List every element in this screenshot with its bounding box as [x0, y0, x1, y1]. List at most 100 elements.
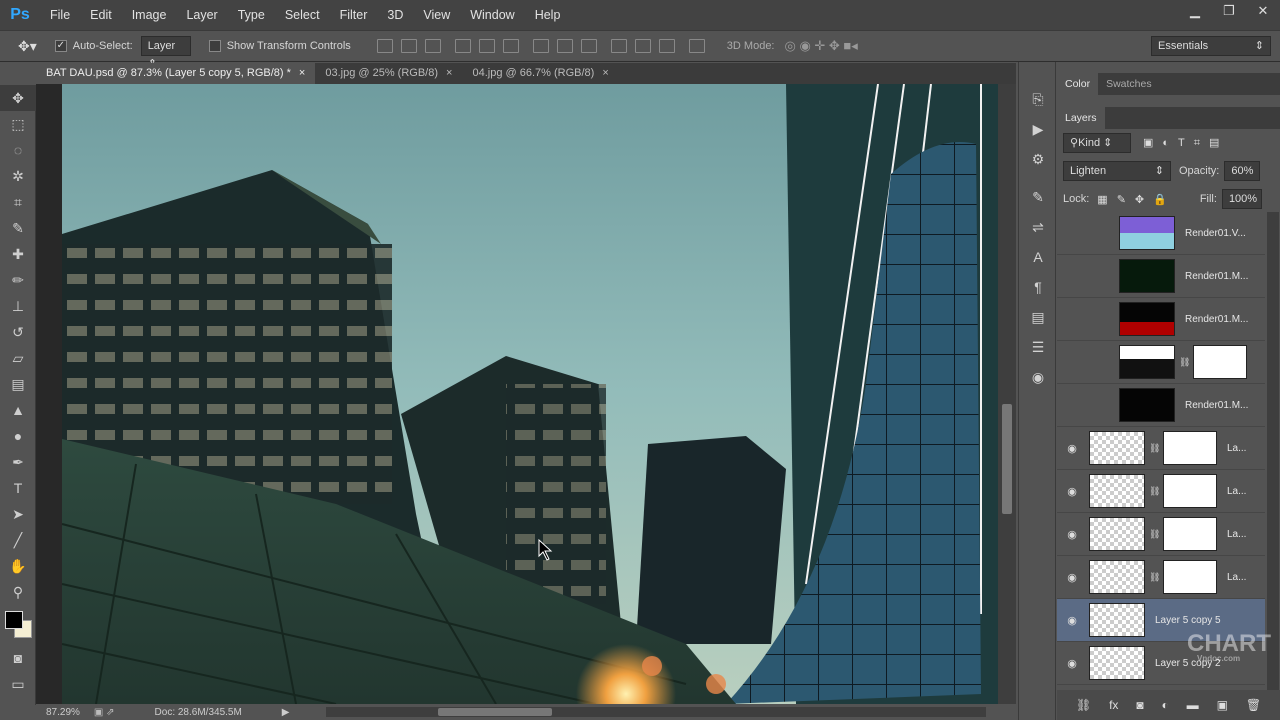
- workspace-dropdown[interactable]: Essentials ⇕: [1151, 36, 1271, 56]
- add-mask-icon[interactable]: ◙: [1136, 698, 1143, 712]
- character-panel-icon[interactable]: A: [1019, 242, 1057, 272]
- tab-bat-dau[interactable]: BAT DAU.psd @ 87.3% (Layer 5 copy 5, RGB…: [36, 63, 316, 84]
- menu-type[interactable]: Type: [228, 0, 275, 30]
- 3d-rotate-icon[interactable]: ◎ ◉ ✛ ✥ ■◂: [785, 38, 858, 54]
- menu-select[interactable]: Select: [275, 0, 330, 30]
- brush-presets-icon[interactable]: ⇌: [1019, 212, 1057, 242]
- opacity-input[interactable]: 60%: [1224, 161, 1261, 181]
- marquee-tool-icon[interactable]: ⬚: [0, 111, 36, 137]
- mask-link-icon[interactable]: ⛓: [1149, 443, 1160, 454]
- align-right-icon[interactable]: [502, 39, 519, 53]
- align-top-icon[interactable]: [376, 39, 393, 53]
- properties-panel-icon[interactable]: ⚙: [1019, 144, 1057, 174]
- close-tab-icon[interactable]: ×: [299, 63, 305, 84]
- history-brush-tool-icon[interactable]: ↺: [0, 319, 36, 345]
- close-tab-icon[interactable]: ×: [446, 63, 452, 84]
- auto-select-target-dropdown[interactable]: Layer ⇕: [140, 36, 191, 70]
- menu-file[interactable]: File: [40, 0, 80, 30]
- menu-filter[interactable]: Filter: [330, 0, 378, 30]
- menu-view[interactable]: View: [413, 0, 460, 30]
- align-hcenter-icon[interactable]: [478, 39, 495, 53]
- layer-row[interactable]: Render01.M...: [1057, 298, 1265, 341]
- scroll-thumb[interactable]: [438, 708, 552, 716]
- brush-panel-icon[interactable]: ✎: [1019, 182, 1057, 212]
- close-button[interactable]: ✕: [1246, 0, 1280, 24]
- layer-row[interactable]: ⛓: [1057, 341, 1265, 384]
- auto-align-icon[interactable]: [688, 39, 705, 53]
- tab-color[interactable]: Color: [1057, 73, 1099, 95]
- line-tool-icon[interactable]: ╱: [0, 527, 36, 553]
- brush-tool-icon[interactable]: ✏: [0, 267, 36, 293]
- mask-link-icon[interactable]: ⛓: [1179, 357, 1190, 368]
- eye-icon[interactable]: ◉: [1057, 485, 1087, 498]
- filter-icons[interactable]: ▣◐T⌗▤: [1143, 136, 1228, 150]
- delete-layer-icon[interactable]: 🗑: [1246, 698, 1261, 712]
- tab-layers[interactable]: Layers: [1057, 107, 1105, 129]
- show-transform-checkbox[interactable]: [208, 40, 221, 52]
- menu-help[interactable]: Help: [525, 0, 571, 30]
- menu-image[interactable]: Image: [122, 0, 177, 30]
- menu-layer[interactable]: Layer: [176, 0, 227, 30]
- crop-tool-icon[interactable]: ⌗: [0, 189, 36, 215]
- layer-row[interactable]: ◉ ⛓ La...: [1057, 427, 1265, 470]
- tab-03[interactable]: 03.jpg @ 25% (RGB/8) ×: [315, 63, 462, 84]
- eye-icon[interactable]: ◉: [1057, 442, 1087, 455]
- menu-edit[interactable]: Edit: [80, 0, 122, 30]
- magic-wand-tool-icon[interactable]: ✲: [0, 163, 36, 189]
- layer-row[interactable]: Render01.M...: [1057, 255, 1265, 298]
- notes-panel-icon[interactable]: ☰: [1019, 332, 1057, 362]
- mask-link-icon[interactable]: ⛓: [1149, 529, 1160, 540]
- tab-swatches[interactable]: Swatches: [1098, 73, 1160, 95]
- canvas-area[interactable]: [36, 84, 1016, 704]
- layer-row[interactable]: ◉ ⛓ La...: [1057, 556, 1265, 599]
- blur-tool-icon[interactable]: ▲: [0, 397, 36, 423]
- layer-row[interactable]: ◉ ⛓ La...: [1057, 470, 1265, 513]
- align-bottom-icon[interactable]: [424, 39, 441, 53]
- eyedropper-tool-icon[interactable]: ✎: [0, 215, 36, 241]
- actions-panel-icon[interactable]: ▶: [1019, 114, 1057, 144]
- adjustment-layer-icon[interactable]: ◐: [1162, 698, 1169, 712]
- lock-icons[interactable]: ▦✎✥🔒: [1097, 193, 1176, 206]
- auto-select-checkbox[interactable]: ✓: [54, 40, 67, 52]
- mask-link-icon[interactable]: ⛓: [1149, 572, 1160, 583]
- align-left-icon[interactable]: [454, 39, 471, 53]
- status-menu-arrow-icon[interactable]: ▶: [282, 707, 290, 718]
- gradient-tool-icon[interactable]: ▤: [0, 371, 36, 397]
- pen-tool-icon[interactable]: ✒: [0, 449, 36, 475]
- new-layer-icon[interactable]: ▣: [1217, 698, 1228, 712]
- foreground-color-swatch[interactable]: [5, 611, 23, 629]
- eye-icon[interactable]: ◉: [1057, 571, 1087, 584]
- vertical-scrollbar[interactable]: [998, 84, 1016, 704]
- distribute-bottom-icon[interactable]: [580, 39, 597, 53]
- layer-row[interactable]: Render01.M...: [1057, 384, 1265, 427]
- fx-icon[interactable]: fx: [1109, 698, 1118, 712]
- export-icon[interactable]: ▣ ⇗: [94, 707, 115, 718]
- kuler-panel-icon[interactable]: ◉: [1019, 362, 1057, 392]
- distribute-left-icon[interactable]: [610, 39, 627, 53]
- eye-icon[interactable]: ◉: [1057, 657, 1087, 670]
- menu-3d[interactable]: 3D: [377, 0, 413, 30]
- restore-button[interactable]: ❐: [1212, 0, 1246, 24]
- healing-brush-tool-icon[interactable]: ✚: [0, 241, 36, 267]
- layer-row[interactable]: Render01.V...: [1057, 212, 1265, 255]
- history-panel-icon[interactable]: ⎘: [1019, 84, 1057, 114]
- distribute-vcenter-icon[interactable]: [556, 39, 573, 53]
- align-vcenter-icon[interactable]: [400, 39, 417, 53]
- layer-comps-icon[interactable]: ▤: [1019, 302, 1057, 332]
- distribute-right-icon[interactable]: [658, 39, 675, 53]
- paragraph-panel-icon[interactable]: ¶: [1019, 272, 1057, 302]
- eraser-tool-icon[interactable]: ▱: [0, 345, 36, 371]
- filter-kind-dropdown[interactable]: ⚲Kind ⇕: [1063, 133, 1131, 153]
- blend-mode-dropdown[interactable]: Lighten ⇕: [1063, 161, 1171, 181]
- layers-scrollbar[interactable]: [1267, 212, 1279, 690]
- tab-04[interactable]: 04.jpg @ 66.7% (RGB/8) ×: [462, 63, 618, 84]
- new-group-icon[interactable]: ▬: [1187, 698, 1199, 712]
- screen-mode-icon[interactable]: ▭: [0, 671, 36, 697]
- document-canvas[interactable]: [36, 84, 1016, 704]
- close-tab-icon[interactable]: ×: [602, 63, 608, 84]
- eye-icon[interactable]: ◉: [1057, 528, 1087, 541]
- minimize-button[interactable]: ▁: [1178, 0, 1212, 24]
- eye-icon[interactable]: ◉: [1057, 614, 1087, 627]
- mask-link-icon[interactable]: ⛓: [1149, 486, 1160, 497]
- dodge-tool-icon[interactable]: ●: [0, 423, 36, 449]
